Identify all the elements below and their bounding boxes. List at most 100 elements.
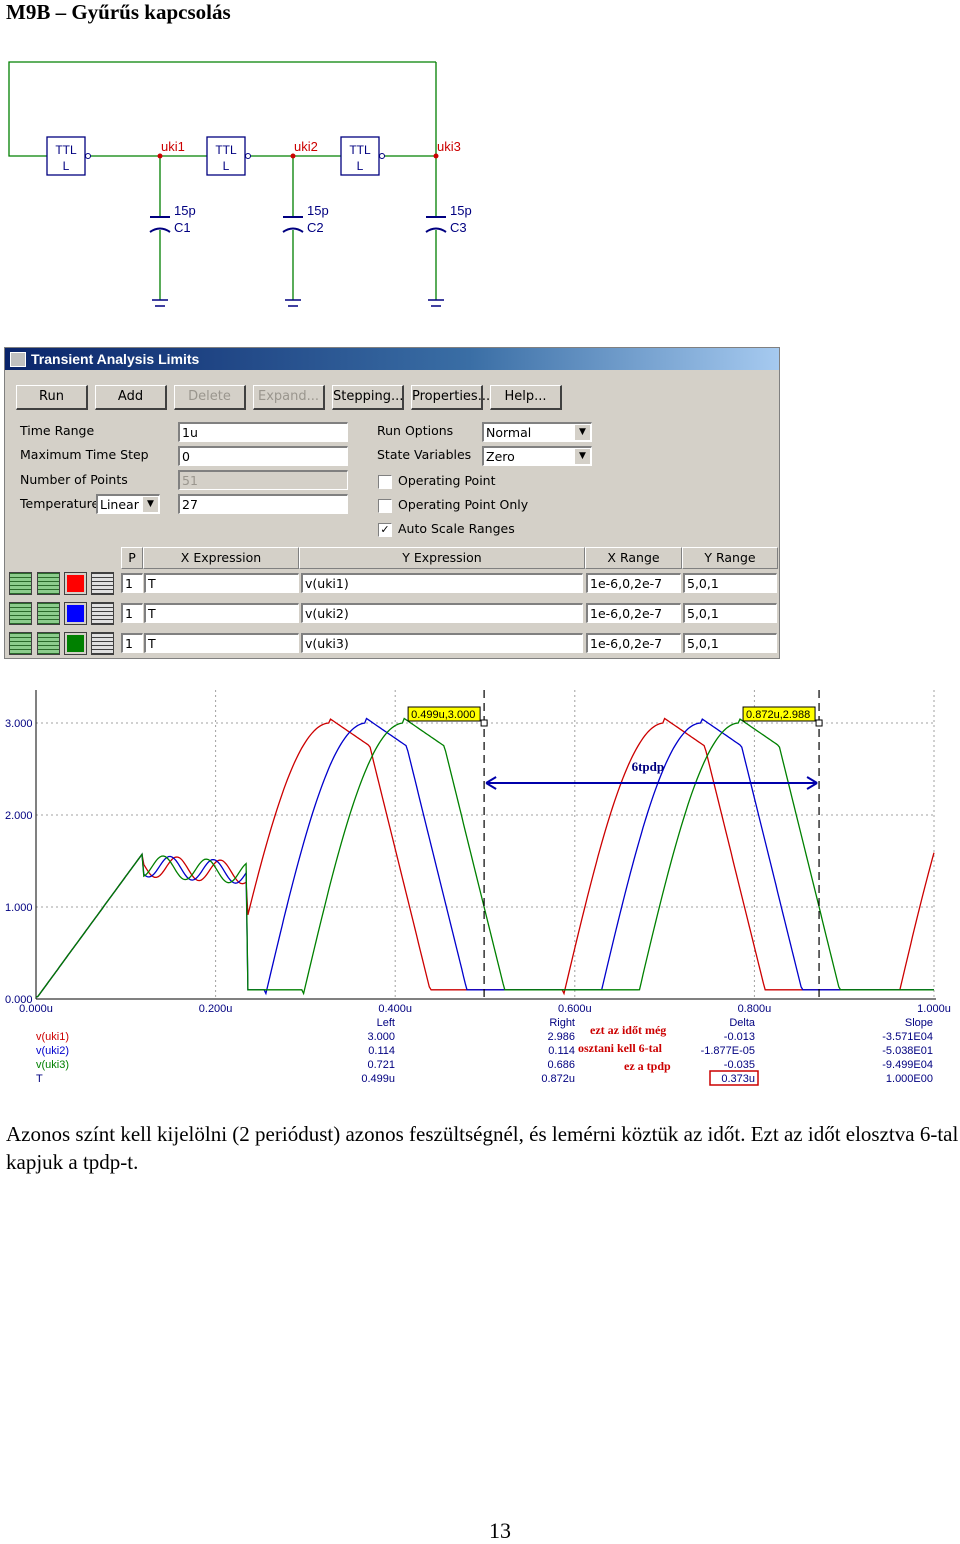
run-button[interactable]: Run: [16, 385, 88, 410]
x-range-cell[interactable]: 1e-6,0,2e-7: [586, 573, 681, 593]
temperature-input[interactable]: 27: [178, 494, 348, 514]
gate-type-label: TTL: [55, 143, 77, 157]
y-range-cell[interactable]: 5,0,1: [683, 633, 777, 653]
numeric-output-button[interactable]: [91, 602, 114, 625]
plot-lines-button[interactable]: [37, 602, 60, 625]
color-button[interactable]: [64, 572, 87, 595]
auto-scale-ranges-label: Auto Scale Ranges: [398, 521, 515, 536]
plot-grid-button[interactable]: [9, 632, 32, 655]
add-button[interactable]: Add: [95, 385, 167, 410]
annotation-text: ez a tpdp: [624, 1059, 671, 1073]
run-options-label: Run Options: [377, 423, 454, 438]
x-expression-cell[interactable]: T: [144, 603, 299, 623]
column-header-p[interactable]: P: [121, 547, 143, 569]
chevron-down-icon[interactable]: ▼: [574, 449, 590, 464]
readout-header: Right: [549, 1017, 575, 1029]
readout-value: 3.000: [367, 1031, 395, 1043]
temperature-mode-select[interactable]: Linear ▼: [96, 494, 160, 514]
color-button[interactable]: [64, 602, 87, 625]
gate-type-label: TTL: [215, 143, 237, 157]
capacitor-name: C3: [450, 220, 467, 235]
column-header-y-expression[interactable]: Y Expression: [299, 547, 585, 569]
plot-grid-button[interactable]: [9, 602, 32, 625]
readout-value: 0.872u: [541, 1073, 575, 1085]
max-time-step-input[interactable]: 0: [178, 446, 348, 466]
help-button[interactable]: Help...: [490, 385, 562, 410]
chevron-down-icon[interactable]: ▼: [142, 497, 158, 512]
cursor-label: 0.872u,2.988: [746, 709, 810, 721]
node-dot: [433, 153, 439, 159]
column-header-x-range[interactable]: X Range: [585, 547, 682, 569]
x-expression-cell[interactable]: T: [144, 573, 299, 593]
chevron-down-icon[interactable]: ▼: [574, 425, 590, 440]
wire-gate3-out: [379, 62, 437, 157]
node-label: uki1: [161, 139, 185, 154]
temperature-label: Temperature: [20, 496, 100, 511]
color-button[interactable]: [64, 632, 87, 655]
transient-plot: 0.0001.0002.0003.000 0.000u 0.200u 0.400u 0…: [5, 690, 951, 1086]
numeric-output-button[interactable]: [91, 572, 114, 595]
readout-row-name: v(uki3): [36, 1059, 69, 1071]
readout-value: -1.877E-05: [701, 1045, 755, 1057]
run-options-select[interactable]: Normal ▼: [482, 422, 592, 442]
gate-model-label: L: [63, 159, 70, 173]
chart-icon: [10, 352, 26, 367]
capacitor-name: C1: [174, 220, 191, 235]
operating-point-label: Operating Point: [398, 473, 496, 488]
readout-row-name: T: [36, 1073, 43, 1085]
y-range-cell[interactable]: 5,0,1: [683, 603, 777, 623]
color-swatch: [67, 635, 84, 652]
auto-scale-ranges-checkbox[interactable]: ✓: [378, 523, 392, 537]
series-line-v(uki2): [35, 717, 934, 998]
plot-grid-button[interactable]: [9, 572, 32, 595]
x-range-cell[interactable]: 1e-6,0,2e-7: [586, 603, 681, 623]
readout-value: -3.571E04: [882, 1031, 933, 1043]
y-expression-cell[interactable]: v(uki1): [301, 573, 583, 593]
readout-row-name: v(uki1): [36, 1031, 69, 1043]
time-range-label: Time Range: [20, 423, 95, 438]
operating-point-checkbox[interactable]: [378, 475, 392, 489]
readout-value: -5.038E01: [882, 1045, 933, 1057]
p-cell[interactable]: 1: [121, 603, 143, 623]
page-number: 13: [489, 1518, 511, 1543]
y-range-cell[interactable]: 5,0,1: [683, 573, 777, 593]
cursor-marker: [815, 719, 823, 727]
state-variables-select[interactable]: Zero ▼: [482, 446, 592, 466]
plot-lines-button[interactable]: [37, 632, 60, 655]
readout-value: 0.114: [368, 1045, 395, 1057]
plot-lines-button[interactable]: [37, 572, 60, 595]
time-range-input[interactable]: 1u: [178, 422, 348, 442]
node-dot: [157, 153, 163, 159]
column-header-x-expression[interactable]: X Expression: [143, 547, 299, 569]
annotation-text: ezt az időt még: [590, 1023, 666, 1037]
properties-button[interactable]: Properties...: [411, 385, 490, 410]
y-expression-cell[interactable]: v(uki3): [301, 633, 583, 653]
readout-value: 0.373u: [721, 1073, 755, 1085]
x-expression-cell[interactable]: T: [144, 633, 299, 653]
readout-value: 0.686: [547, 1059, 575, 1071]
column-header-y-range[interactable]: Y Range: [682, 547, 778, 569]
series-line-v(uki1): [35, 717, 935, 998]
dialog-title-bar[interactable]: Transient Analysis Limits: [5, 348, 779, 370]
run-options-value: Normal: [486, 425, 532, 440]
annotation-text: osztani kell 6-tal: [578, 1041, 663, 1055]
operating-point-only-checkbox[interactable]: [378, 499, 392, 513]
y-expression-cell[interactable]: v(uki2): [301, 603, 583, 623]
p-cell[interactable]: 1: [121, 573, 143, 593]
series-line-v(uki3): [35, 717, 934, 998]
color-swatch: [67, 605, 84, 622]
delete-button[interactable]: Delete: [174, 385, 246, 410]
expand-button[interactable]: Expand...: [253, 385, 325, 410]
readout-value: 0.721: [367, 1059, 395, 1071]
period-arrow-label: 6tpdp: [632, 759, 665, 774]
num-points-input[interactable]: 51: [178, 470, 348, 490]
x-range-cell[interactable]: 1e-6,0,2e-7: [586, 633, 681, 653]
stepping-button[interactable]: Stepping...: [332, 385, 404, 410]
readout-value: 1.000E00: [886, 1073, 933, 1085]
p-cell[interactable]: 1: [121, 633, 143, 653]
x-tick-label: 0.400u: [378, 1003, 412, 1015]
inverter-bubble: [245, 153, 251, 159]
x-tick-label: 0.600u: [558, 1003, 592, 1015]
numeric-output-button[interactable]: [91, 632, 114, 655]
dialog-title: Transient Analysis Limits: [31, 351, 200, 367]
